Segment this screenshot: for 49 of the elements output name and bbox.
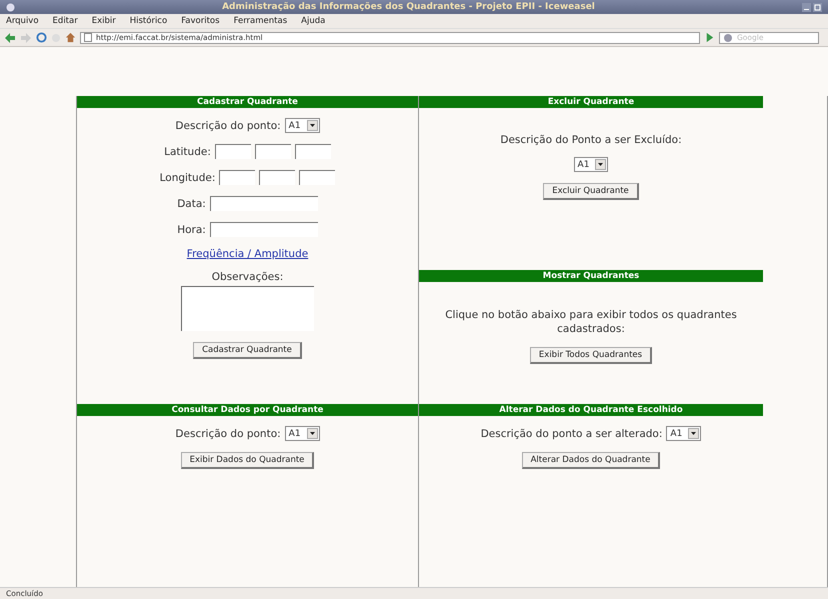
- point-select[interactable]: A1: [666, 426, 702, 441]
- home-icon[interactable]: [65, 32, 76, 43]
- field-label: Data:: [177, 198, 206, 210]
- edit-data-button[interactable]: Alterar Dados do Quadrante: [522, 452, 660, 469]
- field-label: Observações:: [212, 271, 284, 283]
- page-icon: [84, 33, 92, 42]
- point-select[interactable]: A1: [284, 426, 320, 441]
- menu-item[interactable]: Ajuda: [301, 16, 326, 26]
- field-label: Descrição do ponto a ser alterado:: [480, 428, 662, 440]
- menu-item[interactable]: Favoritos: [181, 16, 220, 26]
- field-label: Descrição do ponto:: [175, 428, 281, 440]
- input-field[interactable]: [259, 170, 296, 185]
- instruction-text: Clique no botão abaixo para exibir todos os quadrantes cadastrados:: [444, 308, 738, 336]
- minimize-icon[interactable]: [802, 2, 811, 12]
- menu-item[interactable]: Ferramentas: [234, 16, 288, 26]
- section-header: Mostrar Quadrantes: [419, 270, 763, 282]
- section-header: Excluir Quadrante: [419, 96, 763, 108]
- input-field[interactable]: [294, 144, 331, 159]
- input-field[interactable]: [254, 144, 291, 159]
- back-icon[interactable]: [4, 32, 16, 44]
- maximize-icon[interactable]: [813, 2, 822, 12]
- reload-icon[interactable]: [36, 32, 47, 43]
- field-label: Descrição do ponto:: [175, 120, 281, 132]
- submit-button[interactable]: Cadastrar Quadrante: [193, 342, 302, 359]
- field-label: Latitude:: [164, 146, 211, 158]
- input-field[interactable]: [299, 170, 336, 185]
- notes-field[interactable]: [181, 286, 314, 331]
- menu-item[interactable]: Arquivo: [6, 16, 39, 26]
- input-field[interactable]: [214, 144, 251, 159]
- field-label: Descrição do Ponto a ser Excluído:: [500, 134, 682, 146]
- window-title: Administração das Informações dos Quadrantes - Projeto EPII - Iceweasel: [221, 2, 596, 12]
- menu-item[interactable]: Histórico: [130, 16, 168, 26]
- frequency-link[interactable]: Freqüência / Amplitude: [186, 248, 308, 260]
- field-label: Longitude:: [160, 172, 216, 184]
- field-label: Hora:: [177, 224, 206, 236]
- point-select[interactable]: A1: [284, 118, 320, 133]
- show-all-button[interactable]: Exibir Todos Quadrantes: [530, 347, 652, 364]
- menu-item[interactable]: Exibir: [92, 16, 116, 26]
- go-icon[interactable]: [704, 32, 715, 43]
- input-field[interactable]: [210, 222, 318, 237]
- section-header: Consultar Dados por Quadrante: [77, 404, 418, 416]
- section-header: Cadastrar Quadrante: [77, 96, 418, 108]
- delete-button[interactable]: Excluir Quadrante: [543, 183, 639, 200]
- view-data-button[interactable]: Exibir Dados do Quadrante: [180, 452, 314, 469]
- input-field[interactable]: [219, 170, 256, 185]
- input-field[interactable]: [210, 196, 318, 211]
- point-select[interactable]: A1: [574, 157, 608, 172]
- section-header: Alterar Dados do Quadrante Escolhido: [419, 404, 763, 416]
- menu-item[interactable]: Editar: [52, 16, 78, 26]
